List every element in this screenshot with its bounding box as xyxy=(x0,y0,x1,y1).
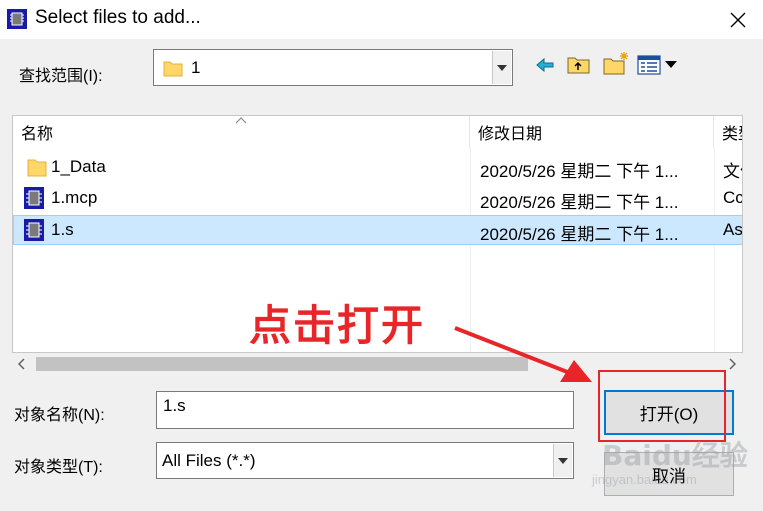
back-button[interactable] xyxy=(534,54,556,76)
column-header-type[interactable]: 类型 xyxy=(714,116,742,148)
scroll-left-icon[interactable] xyxy=(18,358,26,370)
file-type-label: 对象类型(T): xyxy=(14,459,103,476)
look-in-dropdown-button[interactable] xyxy=(492,51,511,84)
look-in-label: 查找范围(I): xyxy=(19,68,103,85)
new-folder-button[interactable] xyxy=(602,50,630,76)
look-in-combobox[interactable]: 1 xyxy=(153,49,513,86)
close-icon xyxy=(730,12,745,27)
look-in-value: 1 xyxy=(191,58,201,77)
file-type: Cc xyxy=(723,188,743,207)
watermark: Baidu经验 jingyan.baidu.com xyxy=(582,434,752,494)
file-name: 1.mcp xyxy=(51,188,98,207)
file-name-label: 对象名称(N): xyxy=(14,407,105,424)
folder-icon xyxy=(27,159,47,177)
annotation-text: 点击打开 xyxy=(249,302,426,349)
file-type: As xyxy=(723,220,743,239)
up-folder-icon xyxy=(567,57,590,74)
file-name-input[interactable]: 1.s xyxy=(156,391,574,429)
view-menu-icon xyxy=(637,55,677,75)
close-button[interactable] xyxy=(712,0,763,39)
file-type-value: All Files (*.*) xyxy=(162,451,256,470)
file-type: 文件夹 xyxy=(723,162,742,181)
view-menu-button[interactable] xyxy=(637,54,679,76)
column-header-modified[interactable]: 修改日期 xyxy=(470,116,714,148)
file-modified: 2020/5/26 星期二 下午 1... xyxy=(480,193,679,212)
file-type-combobox[interactable]: All Files (*.*) xyxy=(156,442,574,479)
list-item[interactable]: 1.mcp 2020/5/26 星期二 下午 1... Cc xyxy=(13,183,743,213)
column-header-name-label: 名称 xyxy=(21,126,54,143)
watermark-text: Baidu经验 xyxy=(602,439,748,472)
annotation-arrow-icon xyxy=(454,326,592,382)
annotation-highlight-box xyxy=(598,370,726,442)
file-name-value: 1.s xyxy=(163,396,186,415)
file-name: 1_Data xyxy=(51,157,106,176)
watermark-subtext: jingyan.baidu.com xyxy=(592,472,697,487)
chevron-down-icon xyxy=(497,64,507,71)
scroll-right-icon[interactable] xyxy=(728,358,736,370)
file-name: 1.s xyxy=(51,220,74,239)
folder-icon xyxy=(163,61,183,77)
list-item[interactable]: 1_Data 2020/5/26 星期二 下午 1... 文件夹 xyxy=(13,152,742,182)
program-chip-icon xyxy=(7,9,27,29)
program-chip-icon xyxy=(24,219,44,241)
file-modified: 2020/5/26 星期二 下午 1... xyxy=(480,162,679,181)
file-modified: 2020/5/26 星期二 下午 1... xyxy=(480,225,679,244)
back-arrow-icon xyxy=(536,57,554,73)
list-item-selected[interactable]: 1.s 2020/5/26 星期二 下午 1... As xyxy=(13,215,743,245)
up-folder-button[interactable] xyxy=(566,52,592,76)
program-chip-icon xyxy=(24,187,44,209)
file-type-dropdown-button[interactable] xyxy=(553,444,572,477)
column-header-type-label: 类型 xyxy=(722,126,742,143)
chevron-down-icon xyxy=(558,457,568,464)
new-folder-icon xyxy=(603,52,628,75)
sort-ascending-icon xyxy=(235,117,247,124)
window-title: Select files to add... xyxy=(35,7,201,28)
column-header-modified-label: 修改日期 xyxy=(478,126,543,143)
column-header-name[interactable]: 名称 xyxy=(13,116,470,148)
